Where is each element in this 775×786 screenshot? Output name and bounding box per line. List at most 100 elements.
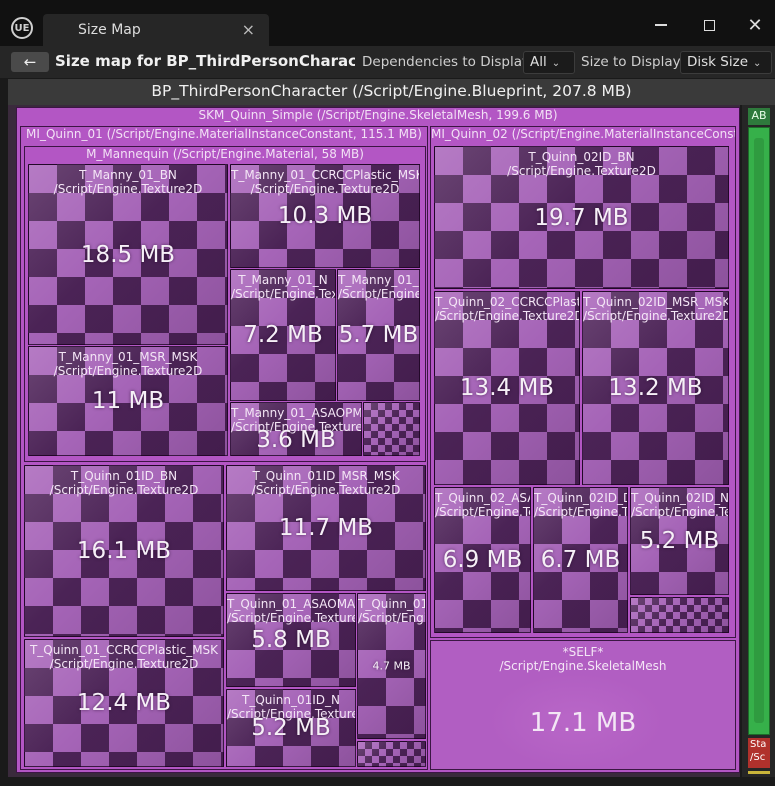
tile-name: T_Quinn_01_ASAOMASK bbox=[227, 597, 355, 611]
tile-t-quinn-02-asaomask[interactable]: T_Quinn_02_ASAOMASK /Script/Engine.Textu… bbox=[434, 487, 531, 633]
yellow-indicator bbox=[748, 771, 770, 774]
minimize-icon bbox=[655, 24, 667, 26]
tile-t-quinn-01id-n[interactable]: T_Quinn_01ID_N /Script/Engine.Texture2D … bbox=[226, 689, 356, 767]
node-label: MI_Quinn_02 (/Script/Engine.MaterialInst… bbox=[431, 127, 735, 141]
tile-size: 12.4 MB bbox=[76, 690, 172, 716]
tile-t-quinn-01d[interactable]: T_Quinn_01D /Script/Engine.Texture2D 4.7… bbox=[357, 593, 426, 739]
tile-t-quinn-02id-d[interactable]: T_Quinn_02ID_D /Script/Engine.Texture2D … bbox=[533, 487, 628, 633]
tile-size: 5.2 MB bbox=[251, 715, 331, 741]
tile-path: /Script/Engine.Texture2D bbox=[53, 182, 203, 196]
tab-size-map[interactable]: Size Map × bbox=[43, 14, 269, 46]
tile-path: /Script/Engine.Texture2D bbox=[49, 657, 199, 671]
tile-size: 4.7 MB bbox=[372, 659, 411, 673]
tile-name: T_Quinn_01_CCRCCPlastic_MSK bbox=[29, 643, 219, 657]
back-arrow-icon: ← bbox=[23, 53, 37, 71]
tile-name: T_Quinn_01ID_MSR_MSK bbox=[252, 469, 400, 483]
tile-name: T_Quinn_02ID_D bbox=[534, 491, 627, 505]
tile-path: /Script/Engine.Texture2D bbox=[507, 164, 656, 178]
tile-t-quinn-01-asaomask[interactable]: T_Quinn_01_ASAOMASK /Script/Engine.Textu… bbox=[226, 593, 356, 687]
size-map-title: Size map for BP_ThirdPersonCharacter (6 bbox=[55, 52, 355, 70]
minimize-button[interactable] bbox=[646, 12, 676, 38]
chevron-down-icon: ⌄ bbox=[551, 58, 561, 69]
tile-name: T_Manny_01_MSR_MSK bbox=[58, 350, 198, 364]
tile-path: /Script/Engine.Texture2D bbox=[250, 182, 400, 196]
tile-t-quinn-01id-bn[interactable]: T_Quinn_01ID_BN /Script/Engine.Texture2D… bbox=[24, 465, 224, 637]
tile-size: 3.6 MB bbox=[256, 427, 336, 453]
tile-size: 19.7 MB bbox=[534, 204, 629, 231]
tile-name: T_Manny_01_N bbox=[238, 273, 328, 287]
maximize-button[interactable] bbox=[694, 12, 724, 38]
node-label: MI_Quinn_01 (/Script/Engine.MaterialInst… bbox=[26, 127, 422, 141]
tab-close-icon[interactable]: × bbox=[242, 20, 255, 39]
tile-t-quinn-02id-bn[interactable]: T_Quinn_02ID_BN /Script/Engine.Texture2D… bbox=[434, 146, 729, 289]
tile-t-quinn-01-ccrccplastic-msk[interactable]: T_Quinn_01_CCRCCPlastic_MSK /Script/Engi… bbox=[24, 639, 224, 767]
tile-t-quinn-02id-msr-msk[interactable]: T_Quinn_02ID_MSR_MSK /Script/Engine.Text… bbox=[582, 291, 729, 485]
tile-name: T_Quinn_02_ASAOMASK bbox=[435, 491, 530, 505]
tile-size: 5.8 MB bbox=[251, 627, 331, 653]
tile-size: 6.7 MB bbox=[540, 547, 621, 573]
tile-t-manny-01-ccrccplastic-msk[interactable]: T_Manny_01_CCRCCPlastic_MSK /Script/Engi… bbox=[230, 164, 420, 268]
tile-name: T_Quinn_01ID_BN bbox=[70, 469, 178, 483]
tile-t-manny-01-asaopmask[interactable]: T_Manny_01_ASAOPMASK /Script/Engine.Text… bbox=[230, 402, 362, 456]
close-icon: ✕ bbox=[747, 14, 763, 36]
tile-size: 7.2 MB bbox=[243, 322, 323, 348]
tile-t-quinn-01id-msr-msk[interactable]: T_Quinn_01ID_MSR_MSK /Script/Engine.Text… bbox=[226, 465, 426, 591]
tile-path: /Script/Engine.Texture2D bbox=[338, 287, 419, 301]
tile-size: 18.5 MB bbox=[80, 241, 176, 268]
tile-t-quinn-02-ccrccplastic[interactable]: T_Quinn_02_CCRCCPlastic /Script/Engine.T… bbox=[434, 291, 580, 485]
tile-name: *SELF* bbox=[562, 645, 604, 659]
toolbar: ← Size map for BP_ThirdPersonCharacter (… bbox=[0, 46, 775, 78]
tile-size: 5.2 MB bbox=[639, 528, 720, 554]
tile-size: 13.2 MB bbox=[608, 375, 703, 401]
tile-name: T_Manny_01_D bbox=[338, 273, 419, 287]
tile-path: /Script/Engine.Texture2D bbox=[358, 611, 425, 625]
tile-path: /Script/Engine.Texture2D bbox=[435, 309, 579, 323]
tile-path: /Script/Engine.Texture2D bbox=[49, 483, 199, 497]
tile-t-manny-01-n[interactable]: T_Manny_01_N /Script/Engine.Texture2D 7.… bbox=[230, 269, 336, 401]
node-mi-quinn-02[interactable]: MI_Quinn_02 (/Script/Engine.MaterialInst… bbox=[430, 126, 736, 638]
node-label: SKM_Quinn_Simple (/Script/Engine.Skeleta… bbox=[198, 108, 558, 122]
tile-name: T_Quinn_02ID_N bbox=[631, 491, 728, 505]
tile-t-manny-01-d[interactable]: T_Manny_01_D /Script/Engine.Texture2D 5.… bbox=[337, 269, 420, 401]
close-window-button[interactable]: ✕ bbox=[740, 12, 770, 38]
size-to-display-dropdown[interactable]: Disk Size ⌄ bbox=[680, 51, 772, 74]
tile-name: T_Quinn_01D bbox=[358, 597, 425, 611]
node-mi-quinn-01[interactable]: MI_Quinn_01 (/Script/Engine.MaterialInst… bbox=[20, 126, 428, 770]
maximize-icon bbox=[703, 19, 715, 31]
tab-label: Size Map bbox=[78, 22, 141, 38]
tile-name: T_Quinn_02_CCRCCPlastic bbox=[435, 295, 579, 309]
dependencies-dropdown[interactable]: All ⌄ bbox=[523, 51, 575, 74]
tile-name: T_Quinn_02ID_MSR_MSK bbox=[583, 295, 728, 309]
tile-size: 6.9 MB bbox=[442, 547, 523, 573]
root-asset-header[interactable]: BP_ThirdPersonCharacter (/Script/Engine.… bbox=[8, 79, 775, 105]
node-label: M_Mannequin (/Script/Engine.Material, 58… bbox=[86, 147, 364, 161]
tile-size: 17.1 MB bbox=[529, 707, 637, 738]
node-skm-quinn-simple[interactable]: SKM_Quinn_Simple (/Script/Engine.Skeleta… bbox=[16, 107, 740, 773]
tile-name: T_Quinn_01ID_N bbox=[242, 693, 340, 707]
green-status-bar[interactable] bbox=[748, 127, 770, 735]
tile-size: 11.7 MB bbox=[278, 515, 374, 541]
tile-t-quinn-02id-n[interactable]: T_Quinn_02ID_N /Script/Engine.Texture2D … bbox=[630, 487, 729, 595]
stat-badge[interactable]: Sta /Sc bbox=[748, 738, 770, 768]
tile-small-texture[interactable] bbox=[630, 597, 729, 633]
size-map-treemap: SKM_Quinn_Simple (/Script/Engine.Skeleta… bbox=[8, 105, 740, 777]
tile-t-manny-01-msr-msk[interactable]: T_Manny_01_MSR_MSK /Script/Engine.Textur… bbox=[28, 346, 228, 456]
tile-t-manny-01-bn[interactable]: T_Manny_01_BN /Script/Engine.Texture2D 1… bbox=[28, 164, 228, 345]
tile-size: 10.3 MB bbox=[277, 203, 373, 229]
size-to-display-value: Disk Size bbox=[687, 54, 749, 70]
tile-path: /Script/Engine.Texture2D bbox=[631, 505, 728, 519]
tile-path: /Script/Engine.Texture2D bbox=[583, 309, 728, 323]
size-to-display-label: Size to Display: bbox=[581, 54, 685, 70]
node-m-mannequin[interactable]: M_Mannequin (/Script/Engine.Material, 58… bbox=[24, 146, 426, 462]
tile-small-texture[interactable] bbox=[363, 402, 420, 456]
tile-path: /Script/Engine.Texture2D bbox=[251, 483, 401, 497]
tile-self-skeletal-mesh[interactable]: *SELF* /Script/Engine.SkeletalMesh 17.1 … bbox=[430, 640, 736, 770]
tile-path: /Script/Engine.Texture2D bbox=[53, 364, 203, 378]
unreal-logo-icon: UE bbox=[11, 17, 33, 39]
tile-name: T_Manny_01_CCRCCPlastic_MSK bbox=[231, 168, 419, 182]
tile-size: 5.7 MB bbox=[338, 322, 419, 348]
back-button[interactable]: ← bbox=[11, 52, 49, 72]
tile-small-texture[interactable] bbox=[357, 741, 426, 767]
ab-badge[interactable]: AB bbox=[748, 108, 770, 125]
green-scroll-thumb[interactable] bbox=[754, 138, 764, 723]
